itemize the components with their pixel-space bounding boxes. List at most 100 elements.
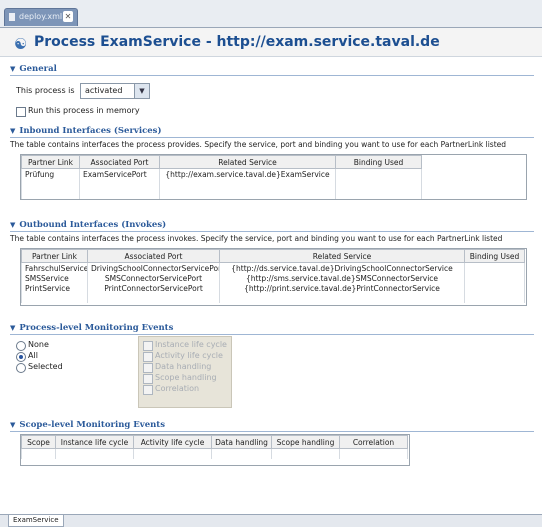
- table-row[interactable]: PrintService PrintConnectorServicePort {ht…: [21, 283, 525, 293]
- event-label: Data handling: [155, 362, 212, 371]
- section-inbound-title: Inbound Interfaces (Services): [19, 126, 162, 136]
- radio-none[interactable]: [16, 341, 26, 351]
- column-header[interactable]: Related Service: [219, 249, 465, 263]
- page-tab-examservice[interactable]: ExamService: [8, 515, 64, 527]
- collapse-toggle-icon[interactable]: ▼: [10, 221, 15, 229]
- table-cell: [21, 293, 88, 303]
- event-checkbox[interactable]: [143, 385, 153, 395]
- column-header[interactable]: Associated Port: [79, 155, 160, 169]
- section-scope-monitoring-header[interactable]: ▼ Scope-level Monitoring Events: [10, 420, 165, 430]
- table-cell: SMSService: [21, 273, 88, 283]
- table-row[interactable]: [21, 189, 422, 199]
- section-outbound-title: Outbound Interfaces (Invokes): [19, 220, 167, 230]
- section-general-header[interactable]: ▼ General: [10, 64, 57, 74]
- section-divider: [10, 137, 534, 138]
- column-header[interactable]: Associated Port: [87, 249, 220, 263]
- table-cell: [159, 179, 336, 189]
- section-process-monitoring-header[interactable]: ▼ Process-level Monitoring Events: [10, 323, 173, 333]
- section-outbound-header[interactable]: ▼ Outbound Interfaces (Invokes): [10, 220, 166, 230]
- page-title: Process ExamService - http://exam.servic…: [34, 34, 440, 50]
- inbound-description: The table contains interfaces the proces…: [10, 140, 507, 149]
- outbound-description: The table contains interfaces the proces…: [10, 234, 503, 243]
- page-tab-label: ExamService: [13, 516, 59, 524]
- outbound-table: Partner Link Associated Port Related Servi…: [20, 248, 527, 306]
- radio-selected-dot: [19, 355, 23, 359]
- column-header[interactable]: Partner Link: [21, 155, 80, 169]
- process-state-label: This process is: [16, 86, 75, 95]
- radio-label: Selected: [28, 362, 63, 371]
- table-row[interactable]: SMSService SMSConnectorServicePort {http:/…: [21, 273, 525, 283]
- event-checkbox[interactable]: [143, 374, 153, 384]
- table-cell: PrintConnectorServicePort: [87, 283, 220, 293]
- editor-tab[interactable]: deploy.xml ✕: [4, 8, 78, 26]
- table-cell: FahrschulService: [21, 262, 88, 273]
- table-cell: [464, 283, 525, 293]
- collapse-toggle-icon[interactable]: ▼: [10, 127, 15, 135]
- table-cell: {http://print.service.taval.de}PrintConn…: [219, 283, 465, 293]
- scope-table: Scope Instance life cycle Activity life cy…: [20, 434, 410, 466]
- process-state-value: activated: [85, 86, 123, 95]
- event-label: Correlation: [155, 384, 200, 393]
- section-divider: [10, 431, 534, 432]
- collapse-toggle-icon[interactable]: ▼: [10, 324, 15, 332]
- column-header[interactable]: Data handling: [211, 435, 272, 449]
- column-header[interactable]: Activity life cycle: [133, 435, 212, 449]
- run-in-memory-label: Run this process in memory: [28, 106, 140, 115]
- radio-all[interactable]: [16, 352, 26, 362]
- close-icon[interactable]: ✕: [63, 11, 73, 22]
- table-cell: [464, 273, 525, 283]
- column-header[interactable]: Scope: [21, 435, 56, 449]
- collapse-toggle-icon[interactable]: ▼: [10, 65, 15, 73]
- table-cell: ExamServicePort: [79, 168, 160, 179]
- table-cell: [219, 293, 465, 303]
- section-inbound-header[interactable]: ▼ Inbound Interfaces (Services): [10, 126, 162, 136]
- section-scope-monitoring-title: Scope-level Monitoring Events: [19, 420, 166, 430]
- event-checkbox[interactable]: [143, 341, 153, 351]
- column-header[interactable]: Instance life cycle: [55, 435, 134, 449]
- table-cell: [79, 179, 160, 189]
- process-state-select[interactable]: activated ▼: [80, 83, 150, 99]
- event-label: Activity life cycle: [155, 351, 223, 360]
- collapse-toggle-icon[interactable]: ▼: [10, 421, 15, 429]
- editor-page-tabs: [0, 514, 542, 527]
- radio-selected[interactable]: [16, 363, 26, 373]
- file-icon: [9, 13, 15, 21]
- chevron-down-icon[interactable]: ▼: [134, 84, 149, 98]
- table-row[interactable]: Prüfung ExamServicePort {http://exam.servi…: [21, 168, 422, 179]
- table-row[interactable]: FahrschulService DrivingSchoolConnectorSe…: [21, 262, 525, 273]
- table-cell: [335, 189, 422, 199]
- table-cell: PrintService: [21, 283, 88, 293]
- column-header[interactable]: Related Service: [159, 155, 336, 169]
- section-general-title: General: [19, 64, 57, 74]
- table-row[interactable]: [21, 293, 525, 303]
- table-cell: {http://sms.service.taval.de}SMSConnecto…: [219, 273, 465, 283]
- column-header[interactable]: Partner Link: [21, 249, 88, 263]
- table-cell: [79, 189, 160, 199]
- table-cell: [335, 179, 422, 189]
- table-cell: [464, 293, 525, 303]
- event-checkbox[interactable]: [143, 363, 153, 373]
- table-cell: DrivingSchoolConnectorServicePort: [87, 262, 220, 273]
- table-cell: {http://ds.service.taval.de}DrivingSchoo…: [219, 262, 465, 273]
- table-cell: [159, 189, 336, 199]
- section-divider: [10, 75, 534, 76]
- column-header[interactable]: Correlation: [339, 435, 408, 449]
- table-row[interactable]: [21, 179, 422, 189]
- table-cell: [87, 293, 220, 303]
- table-cell: SMSConnectorServicePort: [87, 273, 220, 283]
- table-cell: [335, 168, 422, 179]
- inbound-table: Partner Link Associated Port Related Servi…: [20, 154, 527, 200]
- event-checkbox[interactable]: [143, 352, 153, 362]
- section-divider: [10, 334, 534, 335]
- editor-tab-bar: [0, 0, 542, 28]
- column-header[interactable]: Binding Used: [335, 155, 422, 169]
- radio-label: All: [28, 351, 38, 360]
- run-in-memory-checkbox[interactable]: [16, 107, 26, 117]
- table-cell: [464, 262, 525, 273]
- table-cell: Prüfung: [21, 168, 80, 179]
- column-header[interactable]: Scope handling: [271, 435, 340, 449]
- column-header[interactable]: Binding Used: [464, 249, 525, 263]
- editor-tab-label: deploy.xml: [19, 12, 63, 21]
- table-cell: [21, 179, 80, 189]
- section-divider: [10, 231, 534, 232]
